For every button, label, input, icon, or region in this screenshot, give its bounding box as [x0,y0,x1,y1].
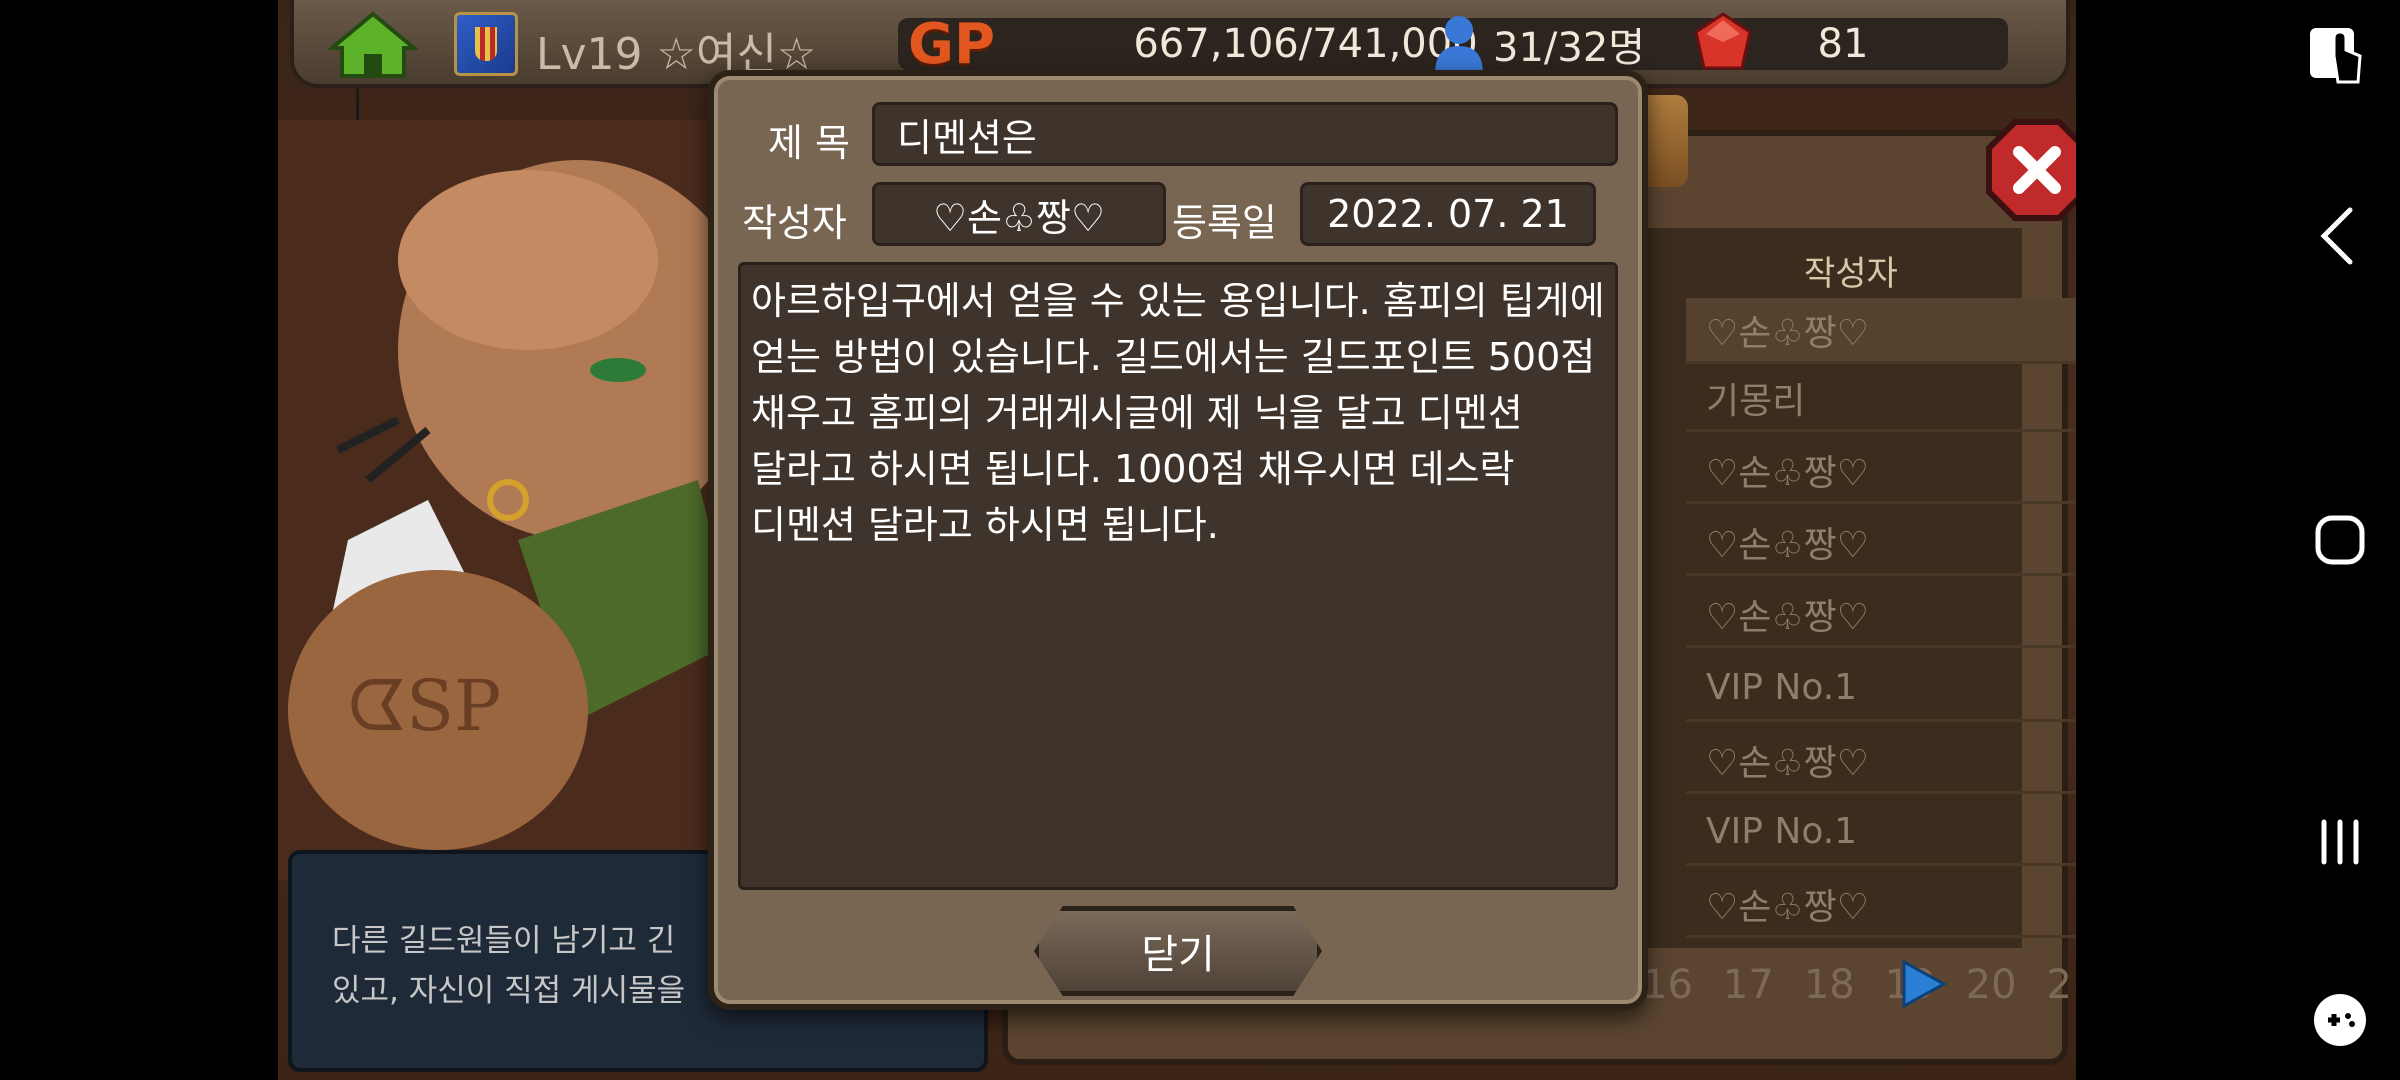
close-icon[interactable] [1985,118,2076,222]
author-label: 작성자 [742,201,847,245]
close-button[interactable]: 닫기 [1034,906,1322,996]
svg-text:ᗧSP: ᗧSP [348,665,501,747]
board-row[interactable]: ♡손♧짱♡ [1686,438,2076,504]
author-column-header: 작성자 [1804,254,1898,294]
recents-icon[interactable] [2300,802,2380,882]
page-number[interactable]: 21 [2047,962,2076,1008]
post-author-field: ♡손♧짱♡ [872,182,1166,246]
post-title-field: 디멘션은 [872,102,1618,166]
screen-touch-icon[interactable] [2300,16,2380,96]
board-row[interactable]: ♡손♧짱♡ [1686,298,2076,364]
back-icon[interactable] [2300,196,2380,276]
board-row[interactable]: ♡손♧짱♡ [1686,872,2076,938]
board-row[interactable]: VIP No.1 [1686,656,2076,722]
pagination: 161718192021 [1642,962,2076,1008]
gp-label: GP [908,12,996,77]
next-page-icon[interactable] [1898,958,1950,1010]
page-number[interactable]: 20 [1966,962,2017,1008]
post-date-field: 2022. 07. 21 [1300,182,1596,246]
page-number[interactable]: 16 [1642,962,1693,1008]
ruby-gem-icon [1694,12,1752,70]
board-row[interactable]: ♡손♧짱♡ [1686,728,2076,794]
post-body-text: 아르하입구에서 얻을 수 있는 용입니다. 홈피의 팁게에 얻는 방법이 있습니… [738,262,1618,890]
board-row[interactable]: ♡손♧짱♡ [1686,582,2076,648]
board-row[interactable]: ♡손♧짱♡ [1686,510,2076,576]
character-portrait: ᗧSP [278,120,738,880]
home-icon[interactable] [328,10,418,80]
board-row[interactable]: VIP No.1 [1686,800,2076,866]
person-icon [1435,16,1483,74]
board-row[interactable]: 기몽리 [1686,366,2076,432]
guild-emblem-icon [454,12,518,76]
member-count: 31/32명 [1493,18,1663,71]
game-tools-icon[interactable] [2300,980,2380,1060]
page-number[interactable]: 18 [1804,962,1855,1008]
page-number[interactable]: 17 [1723,962,1774,1008]
title-label: 제 목 [768,121,850,165]
home-nav-icon[interactable] [2300,500,2380,580]
date-label: 등록일 [1172,201,1277,245]
